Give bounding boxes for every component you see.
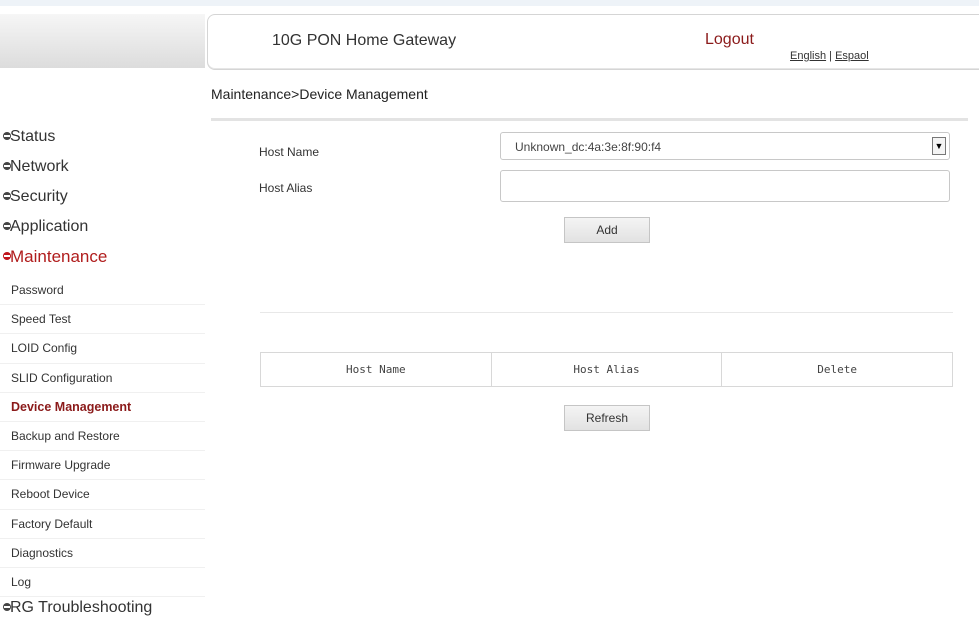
expand-bullet-icon bbox=[3, 222, 11, 230]
sidebar-subitem-firmware-upgrade[interactable]: Firmware Upgrade bbox=[0, 451, 205, 481]
sidebar-subitem-backup-restore[interactable]: Backup and Restore bbox=[0, 422, 205, 452]
logout-link[interactable]: Logout bbox=[705, 31, 754, 49]
sidebar-subitem-loid-config[interactable]: LOID Config bbox=[0, 334, 205, 364]
expand-bullet-icon bbox=[3, 603, 11, 612]
sidebar-nav: Status Network Security Application Main… bbox=[0, 126, 205, 627]
sidebar-subitem-log[interactable]: Log bbox=[0, 568, 205, 598]
refresh-button[interactable]: Refresh bbox=[564, 405, 650, 431]
host-name-selected-value: Unknown_dc:4a:3e:8f:90:f4 bbox=[515, 140, 662, 154]
sidebar-item-network[interactable]: Network bbox=[0, 156, 205, 186]
language-english-link[interactable]: English bbox=[790, 50, 826, 62]
section-divider bbox=[260, 312, 953, 313]
sidebar-item-label: Maintenance bbox=[10, 247, 108, 266]
sidebar-item-rg-troubleshooting[interactable]: RG Troubleshooting bbox=[0, 597, 205, 627]
collapse-bullet-icon bbox=[3, 252, 11, 260]
language-separator: | bbox=[826, 50, 836, 62]
dropdown-arrow-icon[interactable]: ▼ bbox=[932, 137, 946, 155]
column-header-delete: Delete bbox=[817, 363, 858, 376]
sidebar-item-label: Security bbox=[10, 188, 68, 205]
column-header-host-alias: Host Alias bbox=[492, 353, 723, 386]
sidebar-subitem-diagnostics[interactable]: Diagnostics bbox=[0, 539, 205, 568]
language-switcher: English | Espaol bbox=[790, 50, 869, 62]
host-alias-input[interactable] bbox=[500, 170, 950, 202]
language-spanish-link[interactable]: Espaol bbox=[835, 50, 869, 62]
sidebar-item-status[interactable]: Status bbox=[0, 126, 205, 156]
gateway-title: 10G PON Home Gateway bbox=[272, 32, 457, 49]
host-name-select[interactable]: Unknown_dc:4a:3e:8f:90:f4 ▼ bbox=[500, 132, 950, 160]
column-header-host-name: Host Name bbox=[261, 353, 492, 386]
host-table-header: Host Name Host Alias Delete bbox=[260, 352, 953, 387]
logo-area bbox=[0, 14, 205, 68]
breadcrumb: Maintenance>Device Management bbox=[211, 86, 428, 102]
add-button[interactable]: Add bbox=[564, 217, 650, 243]
header-bar: 10G PON Home Gateway Logout English | Es… bbox=[207, 14, 979, 70]
sidebar-subitem-device-management[interactable]: Device Management bbox=[0, 393, 205, 422]
expand-bullet-icon bbox=[3, 132, 11, 140]
sidebar-subitem-reboot-device[interactable]: Reboot Device bbox=[0, 480, 205, 510]
sidebar-item-label: Network bbox=[10, 158, 69, 175]
sidebar-item-label: Status bbox=[10, 128, 56, 145]
breadcrumb-divider bbox=[211, 118, 968, 121]
expand-bullet-icon bbox=[3, 162, 11, 170]
sidebar-item-label: Application bbox=[10, 218, 89, 235]
top-accent-line bbox=[0, 0, 979, 6]
expand-bullet-icon bbox=[3, 192, 11, 200]
sidebar-item-security[interactable]: Security bbox=[0, 186, 205, 216]
host-name-label: Host Name bbox=[259, 145, 320, 159]
sidebar-item-application[interactable]: Application bbox=[0, 216, 205, 246]
sidebar-item-maintenance[interactable]: Maintenance bbox=[0, 246, 205, 276]
host-alias-label: Host Alias bbox=[259, 181, 313, 195]
sidebar-item-label: RG Troubleshooting bbox=[10, 599, 153, 617]
sidebar-subitem-speed-test[interactable]: Speed Test bbox=[0, 305, 205, 335]
sidebar-subitem-password[interactable]: Password bbox=[0, 276, 205, 306]
sidebar-subitem-slid-configuration[interactable]: SLID Configuration bbox=[0, 364, 205, 393]
sidebar-subitem-factory-default[interactable]: Factory Default bbox=[0, 510, 205, 539]
